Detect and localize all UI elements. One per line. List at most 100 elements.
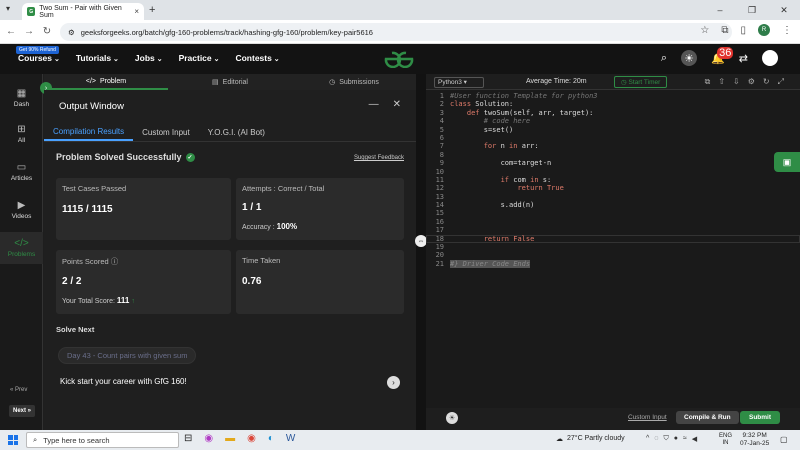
code-line[interactable] xyxy=(450,209,598,217)
code-editor[interactable]: 1 2 3 4 5 6 7 8 9 10 11 12 13 14 15 16 17 18 19 20 21 #User … xyxy=(426,90,800,408)
code-line[interactable] xyxy=(450,168,598,176)
nav-courses[interactable]: Courses xyxy=(18,53,60,63)
next-button[interactable]: Next » xyxy=(9,405,36,417)
sidebar-item-videos[interactable]: ▶ Videos xyxy=(0,200,43,220)
back-icon[interactable]: ← xyxy=(4,26,18,37)
code-line[interactable]: s.add(n) xyxy=(450,201,598,209)
tab-menu-icon[interactable]: ▾ xyxy=(6,4,10,13)
nav-contests[interactable]: Contests xyxy=(235,53,279,63)
sidebar-item-dash[interactable]: ▦ Dash xyxy=(0,88,43,108)
nav-practice[interactable]: Practice xyxy=(179,53,220,63)
sidebar-item-problems[interactable]: </> Problems xyxy=(0,232,43,264)
code-line[interactable]: com=target-n xyxy=(450,159,598,167)
upload-icon[interactable]: ⇧ xyxy=(718,77,725,87)
menu-dots-icon[interactable]: ⋮ xyxy=(782,25,792,36)
extensions-icon[interactable]: ⧉ xyxy=(721,25,728,36)
minimize-icon[interactable]: – xyxy=(704,5,736,15)
tab-submissions[interactable]: ◷ Submissions xyxy=(292,74,416,90)
code-line[interactable]: s=set() xyxy=(450,126,598,134)
code-line[interactable] xyxy=(450,151,598,159)
start-timer-button[interactable]: ◷ Start Timer xyxy=(614,76,668,88)
wifi-icon[interactable]: ≈ xyxy=(683,435,687,443)
suggest-feedback-link[interactable]: Suggest Feedback xyxy=(354,155,404,161)
code-line[interactable]: # code here xyxy=(450,117,598,125)
prev-button[interactable]: « Prev xyxy=(10,387,27,393)
settings-icon[interactable]: ⚙ xyxy=(748,77,755,87)
copilot-icon[interactable]: ◉ xyxy=(204,433,213,444)
fullscreen-icon[interactable]: ⤢ xyxy=(778,77,784,87)
reset-icon[interactable]: ↻ xyxy=(763,77,770,87)
window-close-icon[interactable]: ✕ xyxy=(768,5,800,16)
code-line[interactable]: #User function Template for python3 xyxy=(450,92,598,100)
security-icon[interactable]: ⛉ xyxy=(663,435,668,443)
next-problem-link[interactable]: Day 43 - Count pairs with given sum xyxy=(58,347,197,364)
code-line[interactable]: if com in s: xyxy=(450,176,598,184)
theme-toggle-icon[interactable]: ☀ xyxy=(681,50,698,66)
bookmark-icon[interactable]: ☆ xyxy=(700,25,709,36)
code-line[interactable]: for n in arr: xyxy=(450,142,598,150)
profile-icon[interactable]: R xyxy=(758,24,770,36)
tab-yogi-bot[interactable]: Y.O.G.I. (AI Bot) xyxy=(199,124,274,141)
sidepanel-icon[interactable]: ▯ xyxy=(740,25,746,36)
minimize-output-icon[interactable]: — xyxy=(369,99,379,110)
code-line[interactable]: return False xyxy=(450,235,598,243)
code-line[interactable]: #} Driver Code Ends xyxy=(450,259,598,268)
chrome-icon[interactable]: ◉ xyxy=(247,433,256,444)
taskbar-search[interactable]: ⌕ Type here to search xyxy=(26,432,179,448)
tab-problem[interactable]: </> Problem xyxy=(44,74,168,90)
chat-icon[interactable]: ▣ xyxy=(774,152,800,172)
task-view-icon[interactable]: ⊟ xyxy=(184,433,192,444)
search-icon[interactable]: ⌕ xyxy=(661,52,667,65)
url-field[interactable]: ⚙ geeksforgeeks.org/batch/gfg-160-proble… xyxy=(60,23,732,41)
windows-start-icon[interactable] xyxy=(8,435,18,445)
maximize-icon[interactable]: ❐ xyxy=(736,5,768,16)
nav-tutorials[interactable]: Tutorials xyxy=(76,53,119,63)
code-line[interactable]: class Solution: xyxy=(450,100,598,108)
reload-icon[interactable]: ↻ xyxy=(40,26,54,37)
language-select[interactable]: Python3 ▾ xyxy=(434,77,484,88)
download-icon[interactable]: ⇩ xyxy=(733,77,740,87)
nav-jobs[interactable]: Jobs xyxy=(135,53,163,63)
code-line[interactable] xyxy=(450,226,598,234)
sidebar-item-all[interactable]: ⊞ All xyxy=(0,124,43,144)
close-tab-icon[interactable]: × xyxy=(134,7,139,16)
language-indicator[interactable]: ENG IN xyxy=(719,433,732,447)
code-line[interactable] xyxy=(450,243,598,251)
tab-custom-input[interactable]: Custom Input xyxy=(133,124,199,141)
code-line[interactable] xyxy=(450,193,598,201)
submit-button[interactable]: Submit xyxy=(740,411,781,424)
tab-editorial[interactable]: ▤ Editorial xyxy=(168,74,292,90)
close-output-icon[interactable]: ✕ xyxy=(393,99,401,110)
speaker-icon[interactable]: ◀ xyxy=(692,435,697,443)
weather-widget[interactable]: ☁ 27°C Partly cloudy xyxy=(556,435,625,443)
custom-input-link[interactable]: Custom Input xyxy=(628,414,667,421)
tray-chevron-icon[interactable]: ^ xyxy=(646,435,649,443)
copy-icon[interactable]: ⧉ xyxy=(705,77,711,87)
bell-icon[interactable]: 🔔 36 xyxy=(711,46,734,65)
compare-icon[interactable]: ⇄ xyxy=(739,52,748,65)
gfg-logo[interactable] xyxy=(382,50,416,72)
clock[interactable]: 9:32 PM 07-Jan-25 xyxy=(740,432,769,448)
sync-icon[interactable]: ◌ xyxy=(654,435,658,443)
edge-icon[interactable]: ◐ xyxy=(268,433,274,444)
code-line[interactable]: return True xyxy=(450,184,598,192)
site-info-icon[interactable]: ⚙ xyxy=(68,28,75,37)
microphone-icon[interactable]: ● xyxy=(674,435,678,443)
notification-icon[interactable]: ▢ xyxy=(780,435,788,444)
file-explorer-icon[interactable]: ▬ xyxy=(225,433,235,444)
tab-compilation-results[interactable]: Compilation Results xyxy=(44,124,134,141)
forward-icon[interactable]: → xyxy=(22,26,36,37)
avatar[interactable]: R xyxy=(762,50,778,66)
lightbulb-icon[interactable]: ☀ xyxy=(446,412,458,424)
splitter[interactable] xyxy=(416,74,426,430)
arrow-right-icon[interactable]: › xyxy=(387,376,400,389)
word-icon[interactable]: W xyxy=(286,433,295,444)
new-tab-icon[interactable]: + xyxy=(149,4,155,16)
sidebar-item-articles[interactable]: ▭ Articles xyxy=(0,162,43,182)
code-line[interactable] xyxy=(450,134,598,142)
code-line[interactable] xyxy=(450,251,598,259)
code-line[interactable]: def twoSum(self, arr, target): xyxy=(450,109,598,117)
code-line[interactable] xyxy=(450,218,598,226)
browser-tab[interactable]: G Two Sum - Pair with Given Sum × xyxy=(22,3,144,20)
compile-run-button[interactable]: Compile & Run xyxy=(676,411,739,424)
